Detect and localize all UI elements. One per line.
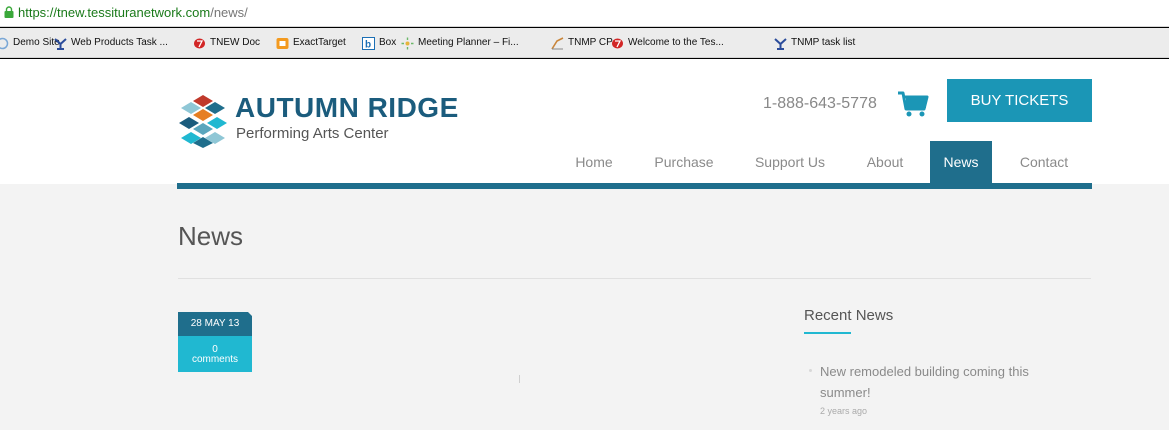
hexagon-logo-icon [179,95,227,148]
list-bullet [809,369,812,372]
globe-icon [0,37,9,49]
nav-contact[interactable]: Contact [1005,141,1083,183]
nav-support-us[interactable]: Support Us [740,141,840,183]
buy-tickets-button[interactable]: BUY TICKETS [947,79,1092,122]
tnmp-icon [54,37,67,50]
page-title: News [178,221,244,251]
bookmark-tnmp-cp[interactable]: TNMP CP [551,36,613,50]
recent-news-heading: Recent News [804,307,894,324]
lock-icon [4,6,14,18]
bookmark-tnmp-task-list[interactable]: TNMP task list [774,36,855,50]
recent-news-link[interactable]: New remodeled building coming this summe… [820,361,1070,403]
red-blob-icon [612,38,623,48]
bookmark-web-products-task[interactable]: Web Products Task ... [54,36,168,50]
divider-mark [519,375,520,383]
comment-label: comments [191,354,239,365]
recent-news-age: 2 years ago [820,406,868,416]
bookmark-exacttarget[interactable]: ExactTarget [276,36,346,50]
url-text: https://tnew.tessituranetwork.com/news/ [18,5,248,20]
post-date-badge: 28 MAY 13 [178,311,253,336]
nav-news[interactable]: News [930,141,992,183]
tnmp-icon [774,37,787,50]
nav-about[interactable]: About [853,141,917,183]
post-comments-badge[interactable]: 0 comments [178,336,252,372]
site-logo[interactable]: AUTUMN RIDGE Performing Arts Center [177,92,458,148]
shopping-cart-icon[interactable] [897,90,929,118]
chart-icon [551,36,564,49]
red-blob-icon [194,38,205,48]
bookmark-demo-site[interactable]: Demo Site [0,36,60,50]
sparkle-icon [401,37,414,49]
bookmark-tnew-doc[interactable]: TNEW Doc [193,36,260,50]
brand-subtitle: Performing Arts Center [236,125,389,142]
title-divider [178,278,1091,279]
bookmark-box[interactable]: b Box [362,36,396,50]
nav-home[interactable]: Home [561,141,627,183]
heading-underline [804,332,851,334]
box-icon: b [362,36,375,50]
brand-name: AUTUMN RIDGE [235,92,459,123]
svg-text:b: b [365,39,371,50]
bookmark-meeting-planner[interactable]: Meeting Planner – Fi... [401,36,519,50]
bookmarks-bar: Demo Site Web Products Task ... TNEW Doc… [0,28,1169,58]
nav-purchase[interactable]: Purchase [642,141,726,183]
page-viewport: AUTUMN RIDGE Performing Arts Center 1-88… [0,59,1169,430]
phone-number[interactable]: 1-888-643-5778 [763,94,877,114]
orange-square-icon [276,37,289,49]
address-bar[interactable]: https://tnew.tessituranetwork.com/news/ [0,0,1169,27]
bookmark-welcome-tes[interactable]: Welcome to the Tes... [611,36,724,50]
nav-underline [177,183,1092,189]
